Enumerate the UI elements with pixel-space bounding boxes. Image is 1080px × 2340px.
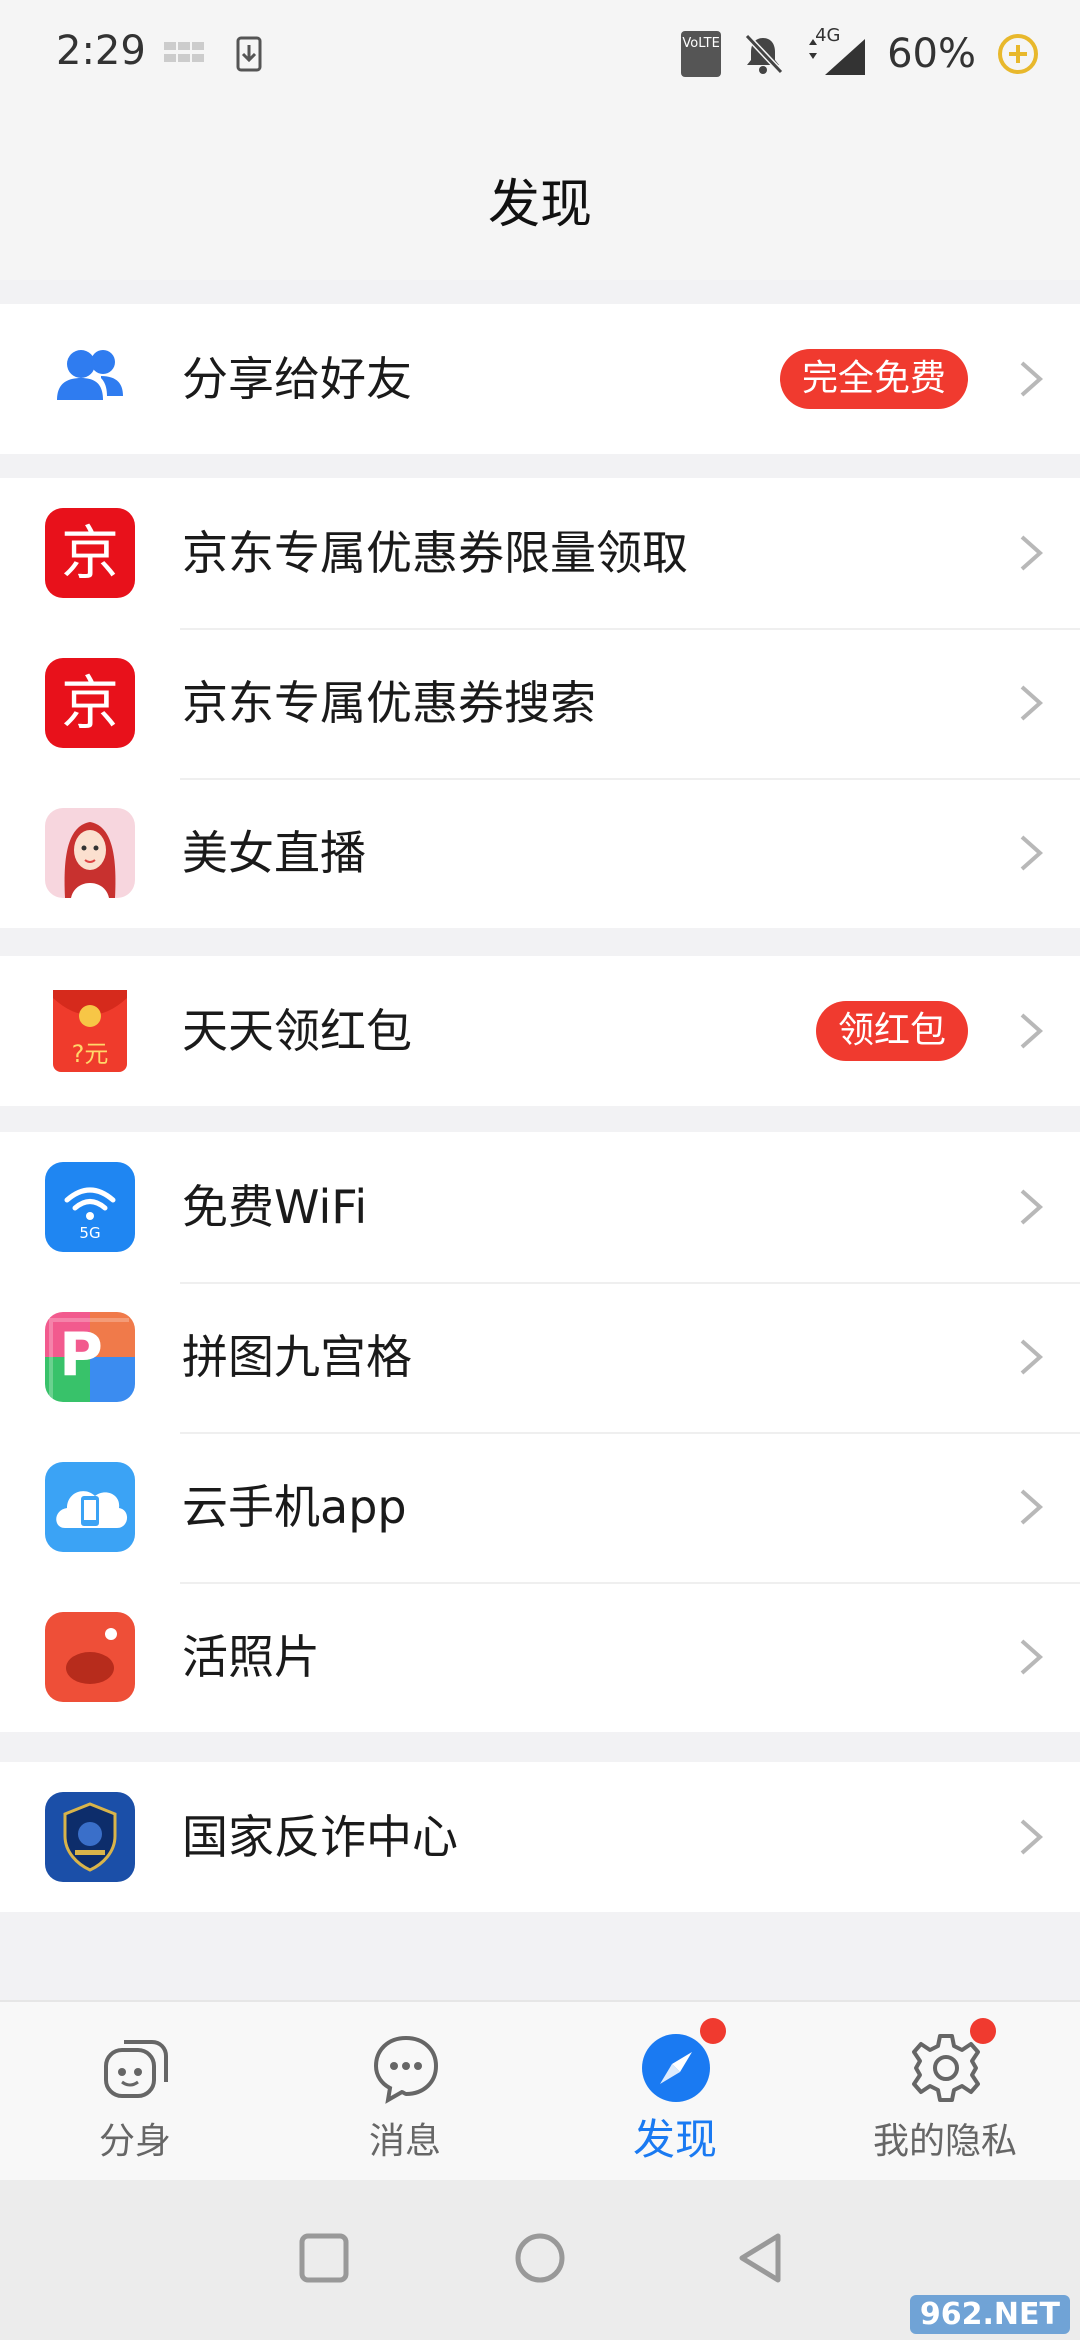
status-bar: 2:29 VoLTE 4G 60%	[0, 0, 1080, 110]
list-item-live-stream[interactable]: 美女直播	[0, 778, 1080, 928]
list-item-free-wifi[interactable]: 5G 免费WiFi	[0, 1132, 1080, 1282]
chevron-right-icon	[1020, 1819, 1044, 1855]
system-navigation-bar: 962.NET	[0, 2180, 1080, 2340]
live-stream-icon	[45, 808, 135, 898]
red-packet-section: ?元 天天领红包 领红包	[0, 956, 1080, 1106]
chevron-right-icon	[1020, 1639, 1044, 1675]
list-item-live-photo[interactable]: 活照片	[0, 1582, 1080, 1732]
clone-icon	[104, 2040, 168, 2098]
tab-clone[interactable]: 分身	[0, 2002, 270, 2182]
tab-label: 分身	[98, 2121, 171, 2162]
anti-fraud-section: 国家反诈中心	[0, 1762, 1080, 1912]
row-label: 天天领红包	[182, 1004, 412, 1058]
tab-label: 发现	[632, 2115, 717, 2164]
puzzle-icon-text: P	[59, 1320, 103, 1390]
notification-dot	[970, 2018, 996, 2044]
red-packet-icon: ?元	[45, 986, 135, 1076]
tools-section: 5G 免费WiFi P 拼图九宫格 云手机app 活照片	[0, 1132, 1080, 1732]
chevron-right-icon	[1020, 535, 1044, 571]
tab-label: 我的隐私	[872, 2121, 1017, 2162]
row-label: 免费WiFi	[182, 1180, 368, 1234]
chevron-right-icon	[1020, 361, 1044, 397]
tab-discover[interactable]: 发现	[540, 2002, 810, 2182]
red-packet-icon-text: ?元	[71, 1040, 109, 1068]
battery-saver-icon	[998, 34, 1038, 74]
list-item-red-packet[interactable]: ?元 天天领红包 领红包	[0, 956, 1080, 1106]
row-label: 活照片	[182, 1630, 320, 1684]
chevron-right-icon	[1020, 1013, 1044, 1049]
red-packet-badge: 领红包	[815, 1001, 968, 1061]
row-label: 京东专属优惠券搜索	[182, 676, 596, 730]
row-label: 云手机app	[182, 1480, 407, 1534]
back-button[interactable]	[730, 2228, 790, 2288]
jd-icon: 京	[45, 508, 135, 598]
chevron-right-icon	[1020, 1339, 1044, 1375]
notification-dot	[700, 2018, 726, 2044]
battery-percent: 60%	[887, 31, 976, 77]
download-icon	[236, 36, 262, 72]
jd-icon: 京	[45, 658, 135, 748]
tab-label: 消息	[368, 2121, 441, 2162]
status-time: 2:29	[56, 28, 146, 74]
free-badge: 完全免费	[779, 349, 968, 409]
jd-icon-text: 京	[60, 669, 119, 737]
jd-section: 京 京东专属优惠券限量领取 京 京东专属优惠券搜索 美女直播	[0, 478, 1080, 928]
list-item-anti-fraud[interactable]: 国家反诈中心	[0, 1762, 1080, 1912]
chevron-right-icon	[1020, 835, 1044, 871]
row-label: 国家反诈中心	[182, 1810, 458, 1864]
live-photo-icon	[45, 1612, 135, 1702]
chevron-right-icon	[1020, 1189, 1044, 1225]
puzzle-grid-icon: P	[45, 1312, 135, 1402]
page-header: 发现	[0, 110, 1080, 280]
friends-icon	[57, 350, 123, 400]
row-label: 分享给好友	[182, 352, 412, 406]
mute-bell-icon	[744, 33, 784, 75]
share-section: 分享给好友 完全免费	[0, 304, 1080, 454]
list-item-cloud-phone[interactable]: 云手机app	[0, 1432, 1080, 1582]
compass-icon	[642, 2034, 710, 2102]
row-label: 拼图九宫格	[182, 1330, 412, 1384]
row-label: 美女直播	[182, 826, 366, 880]
tab-messages[interactable]: 消息	[270, 2002, 540, 2182]
recent-apps-button[interactable]	[294, 2228, 354, 2288]
row-label: 京东专属优惠券限量领取	[182, 526, 688, 580]
cloud-phone-icon	[45, 1462, 135, 1552]
anti-fraud-icon	[45, 1792, 135, 1882]
chevron-right-icon	[1020, 1489, 1044, 1525]
tab-my-privacy[interactable]: 我的隐私	[810, 2002, 1080, 2182]
wifi-icon-text: 5G	[79, 1224, 101, 1242]
signal-icon: 4G	[805, 25, 867, 77]
watermark: 962.NET	[909, 2295, 1070, 2334]
volte-text: VoLTE	[682, 36, 720, 51]
list-item-jd-coupon-claim[interactable]: 京 京东专属优惠券限量领取	[0, 478, 1080, 628]
list-item-puzzle-grid[interactable]: P 拼图九宫格	[0, 1282, 1080, 1432]
list-item-jd-coupon-search[interactable]: 京 京东专属优惠券搜索	[0, 628, 1080, 778]
message-icon	[373, 2035, 439, 2104]
jd-icon-text: 京	[60, 519, 119, 587]
wifi-icon: 5G	[45, 1162, 135, 1252]
bottom-tab-bar: 分身 消息 发现 我的隐私	[0, 2000, 1080, 2180]
list-item-share-friends[interactable]: 分享给好友 完全免费	[0, 304, 1080, 454]
notification-grid-icon	[164, 42, 204, 62]
settings-gear-icon	[912, 2034, 980, 2102]
page-title: 发现	[487, 175, 592, 235]
volte-icon: VoLTE	[681, 31, 722, 77]
home-button[interactable]	[510, 2228, 570, 2288]
chevron-right-icon	[1020, 685, 1044, 721]
